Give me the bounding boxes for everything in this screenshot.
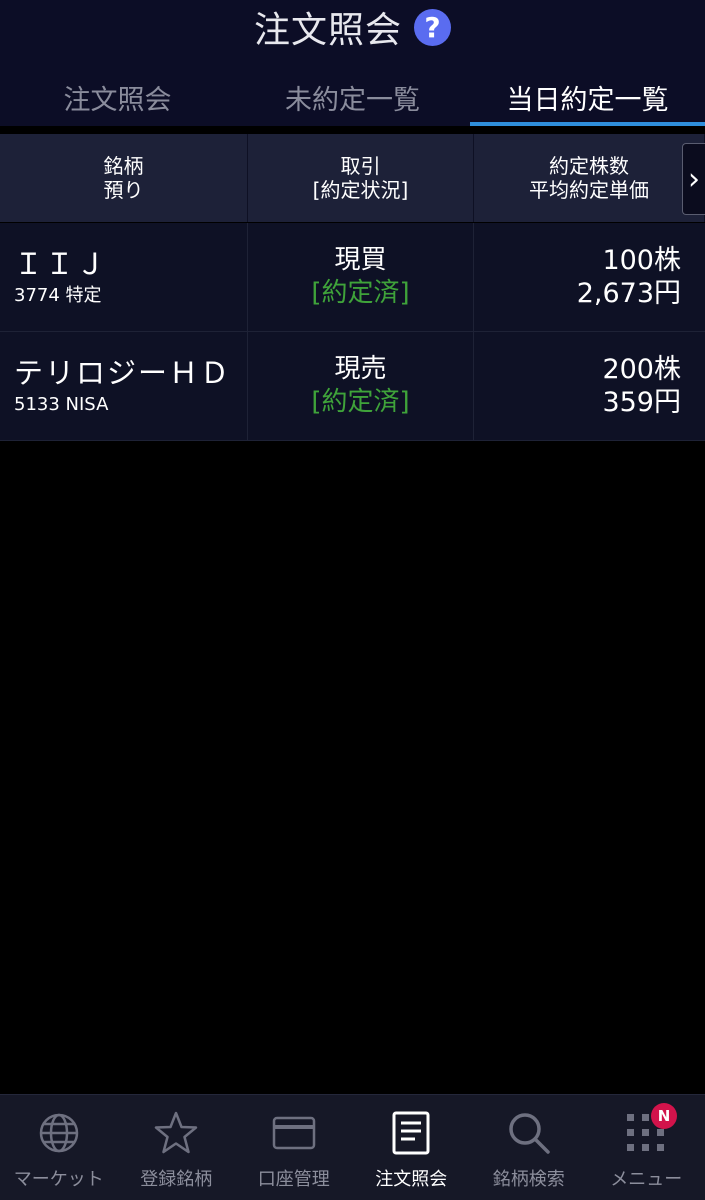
star-icon — [152, 1109, 200, 1157]
chevron-right-icon: › — [688, 162, 700, 197]
nav-label: メニュー — [610, 1165, 682, 1191]
stock-code-custody: 5133 NISA — [14, 393, 247, 417]
divider — [0, 126, 705, 134]
header-stock-label: 銘柄 — [103, 154, 143, 178]
trade-type: 現売 — [334, 353, 386, 386]
document-icon — [387, 1109, 435, 1157]
nav-label: 口座管理 — [258, 1165, 330, 1191]
header: 注文照会 ? 注文照会 未約定一覧 当日約定一覧 — [0, 0, 705, 126]
stock-cell: テリロジーＨＤ 5133 NISA — [0, 332, 248, 440]
notification-badge: N — [651, 1103, 677, 1129]
trade-cell: 現売 [約定済] — [248, 332, 474, 440]
execution-status: [約定済] — [311, 386, 409, 419]
average-price: 2,673円 — [577, 277, 681, 310]
trade-type: 現買 — [334, 244, 386, 277]
tab-today-executed-list[interactable]: 当日約定一覧 — [470, 68, 705, 126]
header-col-stock: 銘柄 預り — [0, 134, 248, 222]
execution-status: [約定済] — [311, 277, 409, 310]
executed-quantity: 100株 — [602, 244, 681, 277]
help-icon[interactable]: ? — [414, 9, 451, 46]
header-quantity-label: 約定株数 — [549, 154, 629, 178]
nav-menu[interactable]: N メニュー — [588, 1095, 705, 1200]
page-title: 注文照会 — [254, 1, 402, 53]
nav-label: マーケット — [14, 1165, 104, 1191]
nav-account[interactable]: 口座管理 — [235, 1095, 353, 1200]
tab-bar: 注文照会 未約定一覧 当日約定一覧 — [0, 68, 705, 126]
nav-market[interactable]: マーケット — [0, 1095, 118, 1200]
nav-label: 登録銘柄 — [140, 1165, 212, 1191]
nav-label: 注文照会 — [375, 1165, 447, 1191]
tab-unexecuted-list[interactable]: 未約定一覧 — [235, 68, 470, 126]
trade-cell: 現買 [約定済] — [248, 223, 474, 331]
stock-name: ＩＩＪ — [14, 246, 247, 282]
nav-label: 銘柄検索 — [493, 1165, 565, 1191]
quantity-cell: 200株 359円 — [474, 332, 705, 440]
table-row[interactable]: ＩＩＪ 3774 特定 現買 [約定済] 100株 2,673円 — [0, 223, 705, 332]
title-bar: 注文照会 ? — [0, 0, 705, 54]
search-icon — [505, 1109, 553, 1157]
header-col-trade: 取引 [約定状況] — [248, 134, 474, 222]
nav-stock-search[interactable]: 銘柄検索 — [470, 1095, 588, 1200]
bottom-nav: マーケット 登録銘柄 口座管理 注文照会 — [0, 1094, 705, 1200]
nav-watchlist[interactable]: 登録銘柄 — [118, 1095, 236, 1200]
next-columns-button[interactable]: › — [682, 143, 705, 215]
table-row[interactable]: テリロジーＨＤ 5133 NISA 現売 [約定済] 200株 359円 — [0, 332, 705, 441]
header-custody-label: 預り — [103, 178, 143, 202]
stock-cell: ＩＩＪ 3774 特定 — [0, 223, 248, 331]
nav-order-inquiry[interactable]: 注文照会 — [353, 1095, 471, 1200]
header-col-quantity: 約定株数 平均約定単価 — [474, 134, 705, 222]
average-price: 359円 — [602, 386, 681, 419]
card-icon — [270, 1109, 318, 1157]
table-header: 銘柄 預り 取引 [約定状況] 約定株数 平均約定単価 — [0, 134, 705, 222]
header-price-label: 平均約定単価 — [529, 178, 649, 202]
stock-name: テリロジーＨＤ — [14, 355, 247, 391]
order-list: ＩＩＪ 3774 特定 現買 [約定済] 100株 2,673円 テリロジーＨＤ… — [0, 223, 705, 441]
globe-icon — [35, 1109, 83, 1157]
header-trade-label: 取引 — [340, 154, 380, 178]
header-status-label: [約定状況] — [313, 178, 409, 202]
tab-order-inquiry[interactable]: 注文照会 — [0, 68, 235, 126]
stock-code-custody: 3774 特定 — [14, 284, 247, 308]
executed-quantity: 200株 — [602, 353, 681, 386]
quantity-cell: 100株 2,673円 — [474, 223, 705, 331]
